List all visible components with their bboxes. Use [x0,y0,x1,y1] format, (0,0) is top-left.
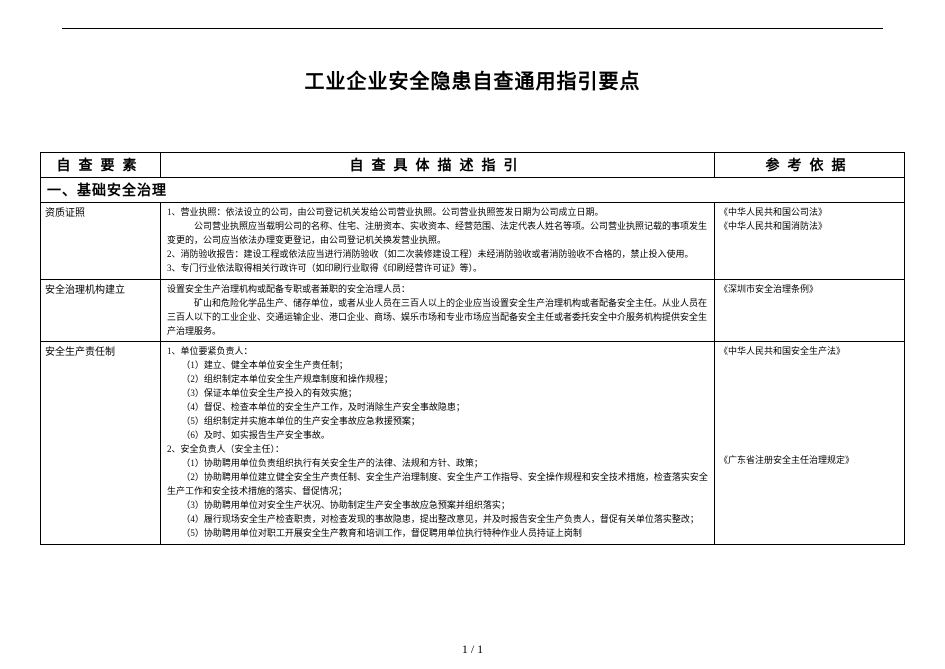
row-3-desc: 1、单位要紧负责人： （1）建立、健全本单位安全生产责任制； （2）组织制定本单… [161,342,715,544]
row-3-ref-line: 《中华人民共和国安全生产法》 [719,345,900,359]
row-3-label: 安全生产责任制 [41,342,161,544]
page: 工业企业安全隐患自查通用指引要点 自查要素 自查具体描述指引 参考依据 一、基础… [0,0,945,669]
row-2-ref-line: 《深圳市安全治理条例》 [719,283,900,297]
row-1-ref: 《中华人民共和国公司法》 《中华人民共和国消防法》 [715,203,905,280]
top-rule [62,28,883,29]
row-3-desc-line: （1）协助聘用单位负责组织执行有关安全生产的法律、法规和方针、政策； [167,457,708,471]
row-3-desc-line: （3）协助聘用单位对安全生产状况、协助制定生产安全事故应急预案并组织落实； [167,499,708,513]
row-3-desc-line: （5）协助聘用单位对职工开展安全生产教育和培训工作，督促聘用单位执行特种作业人员… [167,527,708,541]
table-header-row: 自查要素 自查具体描述指引 参考依据 [41,153,905,178]
row-3-desc-line: （2）协助聘用单位建立健全安全生产责任制、安全生产治理制度、安全生产工作指导、安… [167,471,708,499]
row-1-ref-line: 《中华人民共和国消防法》 [719,220,900,234]
row-3-desc-line: （4）督促、检查本单位的安全生产工作，及时消除生产安全事故隐患； [167,401,708,415]
row-1-ref-line: 《中华人民共和国公司法》 [719,206,900,220]
ref-spacer [719,359,900,454]
main-table: 自查要素 自查具体描述指引 参考依据 一、基础安全治理 资质证照 1、营业执照：… [40,152,905,545]
row-2-desc: 设置安全生产治理机构或配备专职或者兼职的安全治理人员： 矿山和危险化学品生产、储… [161,279,715,342]
section-1-title: 一、基础安全治理 [41,178,905,203]
table-row: 安全治理机构建立 设置安全生产治理机构或配备专职或者兼职的安全治理人员： 矿山和… [41,279,905,342]
row-3-desc-line: 1、单位要紧负责人： [167,345,708,359]
table-row: 安全生产责任制 1、单位要紧负责人： （1）建立、健全本单位安全生产责任制； （… [41,342,905,544]
row-1-label: 资质证照 [41,203,161,280]
row-1-desc-line: 2、消防验收报告：建设工程或依法应当进行消防验收（如二次装修建设工程）未经消防验… [167,248,708,262]
row-3-desc-line: （1）建立、健全本单位安全生产责任制； [167,359,708,373]
row-3-desc-line: 2、安全负责人（安全主任）： [167,443,708,457]
page-number: 1 / 1 [0,642,945,657]
section-1-row: 一、基础安全治理 [41,178,905,203]
document-title: 工业企业安全隐患自查通用指引要点 [40,65,905,94]
row-1-desc-line: 公司营业执照应当载明公司的名称、住宅、注册资本、实收资本、经营范围、法定代表人姓… [167,220,708,248]
row-1-desc: 1、营业执照：依法设立的公司，由公司登记机关发给公司营业执照。公司营业执照签发日… [161,203,715,280]
row-3-ref: 《中华人民共和国安全生产法》 《广东省注册安全主任治理规定》 [715,342,905,544]
row-3-ref-line: 《广东省注册安全主任治理规定》 [719,454,900,468]
header-col-description: 自查具体描述指引 [161,153,715,178]
row-2-label: 安全治理机构建立 [41,279,161,342]
header-col-element: 自查要素 [41,153,161,178]
row-3-desc-line: （5）组织制定并实施本单位的生产安全事故应急救援预案； [167,415,708,429]
row-3-desc-line: （2）组织制定本单位安全生产规章制度和操作规程； [167,373,708,387]
row-2-ref: 《深圳市安全治理条例》 [715,279,905,342]
row-3-desc-line: （3）保证本单位安全生产投入的有效实施； [167,387,708,401]
row-1-desc-line: 3、专门行业依法取得相关行政许可（如印刷行业取得《印刷经营许可证》等）。 [167,262,708,276]
table-row: 资质证照 1、营业执照：依法设立的公司，由公司登记机关发给公司营业执照。公司营业… [41,203,905,280]
row-3-desc-line: （4）履行现场安全生产检查职责，对检查发现的事故隐患，提出整改意见，并及时报告安… [167,513,708,527]
row-1-desc-line: 1、营业执照：依法设立的公司，由公司登记机关发给公司营业执照。公司营业执照签发日… [167,206,708,220]
row-3-desc-line: （6）及时、如实报告生产安全事故。 [167,429,708,443]
header-col-reference: 参考依据 [715,153,905,178]
row-2-desc-line: 设置安全生产治理机构或配备专职或者兼职的安全治理人员： [167,283,708,297]
row-2-desc-line: 矿山和危险化学品生产、储存单位，或者从业人员在三百人以上的企业应当设置安全生产治… [167,297,708,339]
